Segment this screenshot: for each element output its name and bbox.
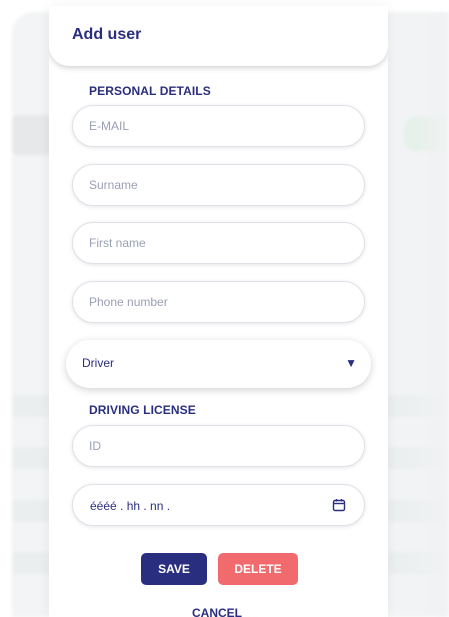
modal-title: Add user xyxy=(72,26,142,43)
personal-details-label: PERSONAL DETAILS xyxy=(89,84,211,98)
chevron-down-icon: ▼ xyxy=(345,356,357,370)
license-id-input[interactable] xyxy=(73,426,364,466)
surname-input[interactable] xyxy=(73,165,364,205)
save-button[interactable]: SAVE xyxy=(141,553,207,585)
add-user-modal: Add user PERSONAL DETAILS Driver ▼ DRIVI… xyxy=(49,6,388,617)
delete-button[interactable]: DELETE xyxy=(218,553,298,585)
first-name-input[interactable] xyxy=(73,223,364,263)
role-select-value: Driver xyxy=(82,356,114,370)
surname-field[interactable] xyxy=(72,164,365,206)
phone-input[interactable] xyxy=(73,282,364,322)
phone-field[interactable] xyxy=(72,281,365,323)
modal-header: Add user xyxy=(49,6,388,66)
email-field[interactable] xyxy=(72,105,365,147)
driving-license-label: DRIVING LICENSE xyxy=(89,403,196,417)
background-fade xyxy=(389,12,449,617)
calendar-icon[interactable] xyxy=(332,498,346,512)
email-input[interactable] xyxy=(73,106,364,146)
role-select[interactable]: Driver ▼ xyxy=(66,340,371,388)
license-id-field[interactable] xyxy=(72,425,365,467)
first-name-field[interactable] xyxy=(72,222,365,264)
date-value: éééé . hh . nn . xyxy=(90,499,171,513)
cancel-button[interactable]: CANCEL xyxy=(187,606,247,617)
license-date-field[interactable]: éééé . hh . nn . xyxy=(72,484,365,526)
